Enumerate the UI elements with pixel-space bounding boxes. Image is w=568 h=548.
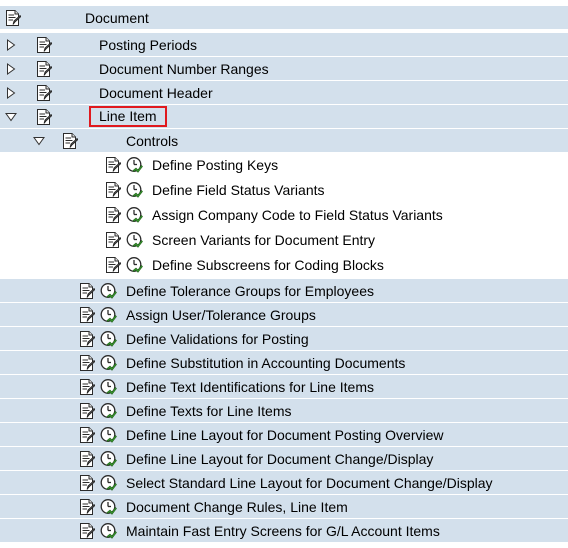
- triangle-down-icon[interactable]: [5, 112, 17, 122]
- activity-label: Screen Variants for Document Entry: [152, 232, 376, 248]
- activity-label: Define Substitution in Accounting Docume…: [126, 355, 406, 371]
- documentation-icon[interactable]: [79, 354, 95, 372]
- documentation-icon[interactable]: [79, 450, 95, 468]
- tree-activity-define-validations[interactable]: Define Validations for Posting: [0, 327, 568, 351]
- documentation-icon[interactable]: [36, 36, 52, 54]
- activity-label: Define Line Layout for Document Posting …: [126, 427, 444, 443]
- tree-node-line-item[interactable]: Line Item: [0, 105, 568, 129]
- activity-label: Define Field Status Variants: [152, 182, 325, 198]
- activity-label: Define Line Layout for Document Change/D…: [126, 451, 434, 467]
- triangle-right-icon[interactable]: [6, 39, 16, 51]
- execute-clock-icon[interactable]: [100, 498, 117, 515]
- activity-label: Define Subscreens for Coding Blocks: [152, 257, 384, 273]
- tree-node-label: Document: [85, 10, 149, 26]
- activity-label: Document Change Rules, Line Item: [126, 499, 348, 515]
- triangle-down-icon[interactable]: [33, 136, 45, 146]
- tree-activity-define-texts[interactable]: Define Texts for Line Items: [0, 399, 568, 423]
- documentation-icon[interactable]: [79, 498, 95, 516]
- activity-label: Assign Company Code to Field Status Vari…: [152, 207, 443, 223]
- execute-clock-icon[interactable]: [126, 156, 143, 173]
- documentation-icon[interactable]: [62, 132, 78, 150]
- tree-node-label: Document Number Ranges: [99, 61, 269, 77]
- tree-activity-define-substitution[interactable]: Define Substitution in Accounting Docume…: [0, 351, 568, 375]
- triangle-right-icon[interactable]: [6, 87, 16, 99]
- tree-activity-define-subscreens[interactable]: Define Subscreens for Coding Blocks: [0, 253, 568, 277]
- tree-activity-define-posting-keys[interactable]: Define Posting Keys: [0, 153, 568, 177]
- execute-clock-icon[interactable]: [126, 181, 143, 198]
- tree-activity-standard-line-layout[interactable]: Select Standard Line Layout for Document…: [0, 471, 568, 495]
- documentation-icon[interactable]: [105, 181, 121, 199]
- activity-label: Select Standard Line Layout for Document…: [126, 475, 493, 491]
- tree-activity-fast-entry-screens[interactable]: Maintain Fast Entry Screens for G/L Acco…: [0, 519, 568, 543]
- tree-activity-define-field-status-variants[interactable]: Define Field Status Variants: [0, 178, 568, 202]
- tree-node-document-number-ranges[interactable]: Document Number Ranges: [0, 57, 568, 81]
- documentation-icon[interactable]: [79, 426, 95, 444]
- documentation-icon[interactable]: [105, 156, 121, 174]
- activity-label: Maintain Fast Entry Screens for G/L Acco…: [126, 523, 440, 539]
- tree-node-label: Controls: [126, 133, 179, 149]
- tree-node-label: Posting Periods: [99, 37, 198, 53]
- documentation-icon[interactable]: [36, 60, 52, 78]
- documentation-icon[interactable]: [79, 306, 95, 324]
- tree-node-posting-periods[interactable]: Posting Periods: [0, 33, 568, 57]
- documentation-icon[interactable]: [79, 474, 95, 492]
- tree-node-controls[interactable]: Controls: [0, 129, 568, 153]
- execute-clock-icon[interactable]: [100, 282, 117, 299]
- execute-clock-icon[interactable]: [100, 450, 117, 467]
- tree-activity-screen-variants[interactable]: Screen Variants for Document Entry: [0, 228, 568, 252]
- execute-clock-icon[interactable]: [126, 256, 143, 273]
- execute-clock-icon[interactable]: [100, 522, 117, 539]
- execute-clock-icon[interactable]: [100, 306, 117, 323]
- documentation-icon[interactable]: [105, 231, 121, 249]
- documentation-icon[interactable]: [36, 84, 52, 102]
- triangle-right-icon[interactable]: [6, 63, 16, 75]
- documentation-icon[interactable]: [79, 282, 95, 300]
- tree-node-document[interactable]: Document: [0, 6, 568, 30]
- tree-activity-line-layout-posting-overview[interactable]: Define Line Layout for Document Posting …: [0, 423, 568, 447]
- execute-clock-icon[interactable]: [100, 354, 117, 371]
- execute-clock-icon[interactable]: [100, 426, 117, 443]
- documentation-icon[interactable]: [105, 206, 121, 224]
- activity-label: Define Text Identifications for Line Ite…: [126, 379, 374, 395]
- tree-activity-assign-company-code[interactable]: Assign Company Code to Field Status Vari…: [0, 203, 568, 227]
- documentation-icon[interactable]: [79, 330, 95, 348]
- documentation-icon[interactable]: [79, 402, 95, 420]
- activity-label: Define Texts for Line Items: [126, 403, 292, 419]
- tree-activity-document-change-rules[interactable]: Document Change Rules, Line Item: [0, 495, 568, 519]
- tree-activity-tolerance-groups-employees[interactable]: Define Tolerance Groups for Employees: [0, 279, 568, 303]
- tree-node-label: Document Header: [99, 85, 213, 101]
- activity-label: Define Tolerance Groups for Employees: [126, 283, 374, 299]
- documentation-icon[interactable]: [105, 256, 121, 274]
- execute-clock-icon[interactable]: [100, 402, 117, 419]
- tree-node-document-header[interactable]: Document Header: [0, 81, 568, 105]
- activity-label: Define Validations for Posting: [126, 331, 309, 347]
- implementation-guide-tree: Document Posting Periods Document Number…: [0, 0, 568, 548]
- execute-clock-icon[interactable]: [126, 231, 143, 248]
- documentation-icon[interactable]: [5, 9, 21, 27]
- execute-clock-icon[interactable]: [100, 378, 117, 395]
- activity-label: Assign User/Tolerance Groups: [126, 307, 316, 323]
- execute-clock-icon[interactable]: [100, 474, 117, 491]
- execute-clock-icon[interactable]: [126, 206, 143, 223]
- execute-clock-icon[interactable]: [100, 330, 117, 347]
- tree-activity-assign-user-tolerance-groups[interactable]: Assign User/Tolerance Groups: [0, 303, 568, 327]
- activity-label: Define Posting Keys: [152, 157, 279, 173]
- documentation-icon[interactable]: [36, 108, 52, 126]
- documentation-icon[interactable]: [79, 378, 95, 396]
- tree-activity-define-text-identifications[interactable]: Define Text Identifications for Line Ite…: [0, 375, 568, 399]
- documentation-icon[interactable]: [79, 522, 95, 540]
- tree-activity-line-layout-change-display[interactable]: Define Line Layout for Document Change/D…: [0, 447, 568, 471]
- tree-node-label-highlighted: Line Item: [89, 106, 167, 127]
